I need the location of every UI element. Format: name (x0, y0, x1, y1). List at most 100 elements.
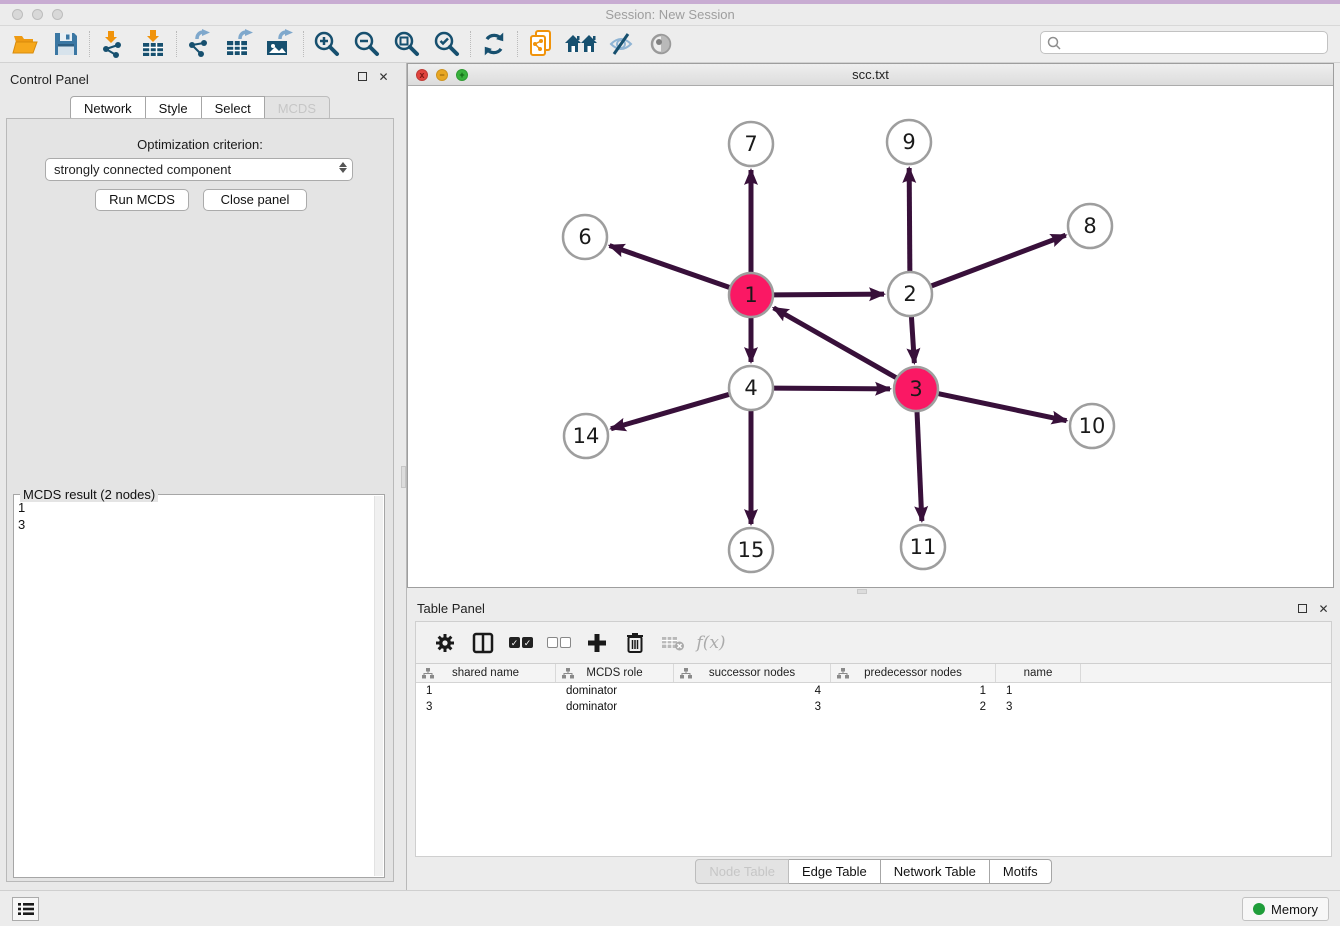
split-panel-button[interactable] (464, 626, 502, 660)
control-panel-float-button[interactable] (356, 70, 369, 83)
memory-button[interactable]: Memory (1242, 897, 1329, 921)
edge-2-3[interactable] (911, 317, 914, 363)
network-graph[interactable]: 7968124314101511 (408, 86, 1333, 587)
export-network-button[interactable] (180, 28, 220, 60)
cell-successor-nodes: 3 (674, 701, 831, 713)
table-settings-button[interactable] (426, 626, 464, 660)
toolbar-separator (89, 31, 90, 57)
cell-mcds-role: dominator (556, 701, 674, 713)
node-label-6: 6 (578, 225, 591, 249)
edge-3-11[interactable] (917, 412, 922, 521)
apply-layout-button[interactable] (474, 28, 514, 60)
node-label-9: 9 (902, 130, 915, 154)
splitter-grip[interactable] (857, 589, 867, 594)
mcds-panel: Optimization criterion: strongly connect… (6, 118, 394, 882)
column-header-successor-nodes[interactable]: successor nodes (674, 664, 831, 682)
table-tab-motifs[interactable]: Motifs (990, 859, 1052, 884)
column-tree-icon (837, 668, 849, 679)
refresh-icon (481, 31, 507, 57)
edge-2-8[interactable] (932, 235, 1066, 286)
vertical-splitter[interactable] (400, 63, 407, 890)
network-window-titlebar[interactable]: x − + scc.txt (408, 64, 1333, 86)
close-icon: ✕ (378, 70, 388, 84)
control-panel: Control Panel ✕ NetworkStyleSelectMCDS O… (0, 63, 400, 890)
column-header-name[interactable]: name (996, 664, 1081, 682)
network-window-title: scc.txt (408, 67, 1333, 82)
edge-4-14[interactable] (611, 394, 729, 428)
horizontal-splitter[interactable] (407, 588, 1340, 595)
network-canvas[interactable]: 7968124314101511 (408, 86, 1333, 587)
import-network-button[interactable] (93, 28, 133, 60)
deselect-all-columns-button[interactable] (540, 626, 578, 660)
zoom-selected-button[interactable] (427, 28, 467, 60)
criterion-select[interactable]: strongly connected component (45, 158, 353, 181)
table-tab-node-table[interactable]: Node Table (695, 859, 789, 884)
show-all-networks-button[interactable] (561, 28, 601, 60)
run-mcds-button[interactable]: Run MCDS (95, 189, 189, 211)
checked-boxes-icon: ✓✓ (509, 637, 533, 648)
column-label: name (1024, 667, 1053, 679)
delete-table-button[interactable] (654, 626, 692, 660)
export-image-button[interactable] (260, 28, 300, 60)
zoom-out-icon (353, 30, 381, 58)
edge-1-6[interactable] (610, 246, 730, 288)
open-folder-icon (11, 31, 41, 57)
search-box[interactable] (1040, 31, 1328, 54)
node-label-8: 8 (1083, 214, 1096, 238)
import-table-button[interactable] (133, 28, 173, 60)
result-line: 1 (18, 499, 372, 516)
zoom-out-button[interactable] (347, 28, 387, 60)
column-header-predecessor-nodes[interactable]: predecessor nodes (831, 664, 996, 682)
toolbar-separator (176, 31, 177, 57)
table-panel-close-button[interactable]: ✕ (1317, 602, 1330, 615)
cell-shared-name: 3 (416, 701, 556, 713)
save-session-button[interactable] (46, 28, 86, 60)
node-label-14: 14 (573, 424, 600, 448)
table-row[interactable]: 3dominator323 (416, 699, 1331, 715)
clone-network-icon (527, 29, 555, 59)
column-label: MCDS role (586, 667, 642, 679)
edge-4-3[interactable] (774, 388, 890, 389)
node-label-3: 3 (909, 377, 922, 401)
zoom-in-icon (313, 30, 341, 58)
select-all-columns-button[interactable]: ✓✓ (502, 626, 540, 660)
task-history-button[interactable] (12, 897, 39, 921)
add-column-button[interactable] (578, 626, 616, 660)
export-table-button[interactable] (220, 28, 260, 60)
list-icon (18, 902, 34, 916)
search-input[interactable] (1066, 36, 1321, 50)
table-tab-network-table[interactable]: Network Table (881, 859, 990, 884)
clone-network-button[interactable] (521, 28, 561, 60)
column-header-shared-name[interactable]: shared name (416, 664, 556, 682)
columns-icon (472, 632, 494, 654)
result-scrollbar[interactable] (374, 496, 383, 876)
mcds-result-box: MCDS result (2 nodes) 13 (13, 494, 385, 878)
delete-column-button[interactable] (616, 626, 654, 660)
splitter-grip[interactable] (401, 466, 406, 488)
hide-selected-button[interactable] (601, 28, 641, 60)
save-icon (53, 31, 79, 57)
table-tab-edge-table[interactable]: Edge Table (789, 859, 881, 884)
cell-name: 3 (996, 701, 1081, 713)
column-header-mcds-role[interactable]: MCDS role (556, 664, 674, 682)
edge-2-9[interactable] (909, 168, 910, 271)
edge-3-10[interactable] (939, 394, 1067, 421)
zoom-fit-button[interactable] (387, 28, 427, 60)
cell-mcds-role: dominator (556, 685, 674, 697)
edge-1-2[interactable] (774, 294, 884, 295)
node-table: shared name MCDS role successor nodes prede… (415, 664, 1332, 857)
open-file-button[interactable] (6, 28, 46, 60)
network-window: x − + scc.txt 7968124314101511 (407, 63, 1334, 588)
toolbar-separator (470, 31, 471, 57)
close-panel-button[interactable]: Close panel (203, 189, 307, 211)
control-panel-close-button[interactable]: ✕ (377, 70, 390, 83)
table-panel-float-button[interactable] (1296, 602, 1309, 615)
show-hidden-button[interactable] (641, 28, 681, 60)
column-label: shared name (452, 667, 519, 679)
table-row[interactable]: 1dominator411 (416, 683, 1331, 699)
function-builder-button[interactable]: f(x) (692, 626, 730, 660)
column-label: successor nodes (709, 667, 795, 679)
edge-3-1[interactable] (774, 308, 896, 378)
zoom-in-button[interactable] (307, 28, 347, 60)
status-bar: Memory (0, 890, 1340, 926)
